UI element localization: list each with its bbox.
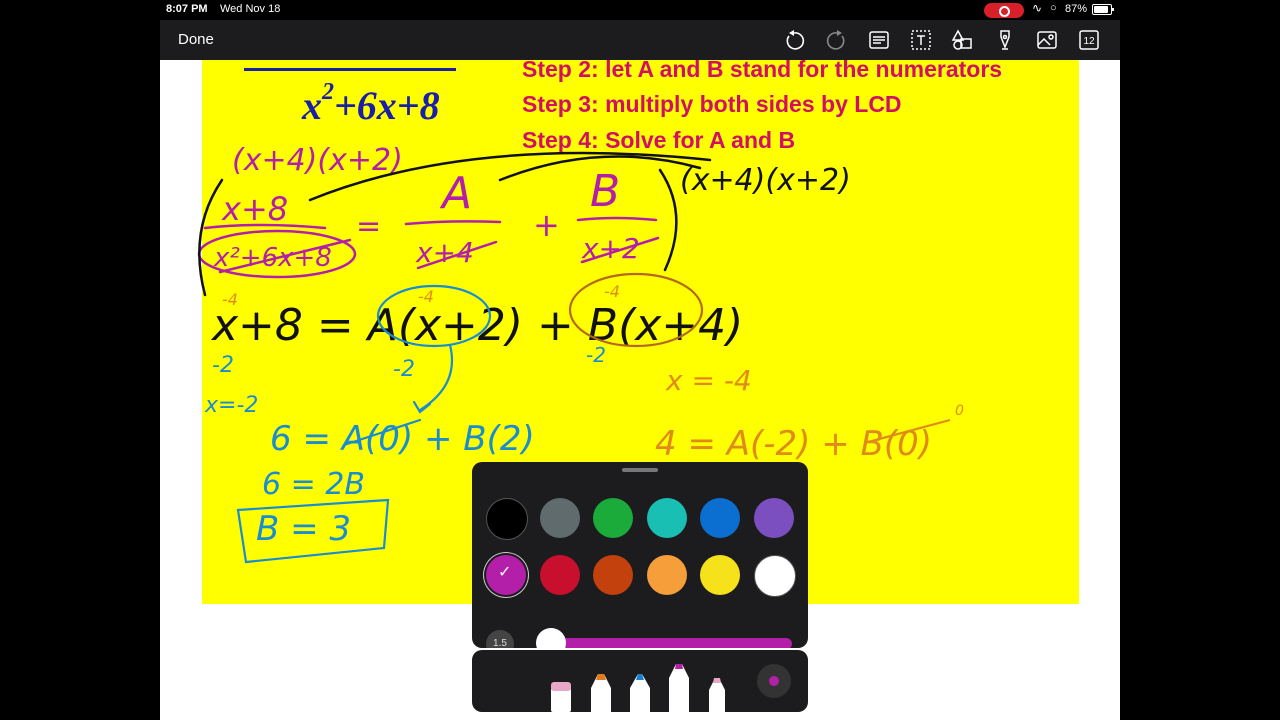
ink-zero-mark: 0	[955, 403, 964, 419]
ink-fraction-line-b	[576, 216, 658, 222]
highlighter-tool-icon[interactable]	[668, 660, 690, 712]
color-swatch[interactable]	[753, 555, 796, 597]
color-swatch[interactable]: ✓	[486, 555, 526, 595]
ink-lcd-top: (x+4)(x+2)	[232, 143, 403, 178]
ink-plus: +	[533, 206, 560, 244]
thickness-label[interactable]: 1.5	[486, 630, 514, 648]
color-swatch[interactable]	[700, 498, 740, 538]
ink-equals: =	[356, 209, 381, 244]
color-swatch[interactable]	[593, 498, 633, 538]
color-swatch[interactable]	[646, 555, 687, 595]
ink-sub-neg2-a: -2	[212, 353, 234, 378]
ink-sub-neg4-b: -4	[418, 287, 434, 306]
picker-grabber[interactable]	[622, 468, 658, 472]
ink-eq-b2: 6 = 2B	[262, 467, 365, 502]
ink-term-a: A	[439, 168, 472, 219]
ink-sub-neg2-c: -2	[586, 343, 606, 367]
checkmark-icon: ✓	[498, 564, 512, 581]
ink-sub-neg4-a: -4	[222, 290, 238, 309]
current-color-icon[interactable]	[757, 664, 791, 698]
marker-tool-icon[interactable]	[590, 672, 612, 712]
pen-tool-icon[interactable]	[629, 672, 651, 712]
opacity-slider-track[interactable]	[542, 638, 792, 648]
ink-numerator: x+8	[221, 190, 288, 228]
ink-sub-neg2-b: -2	[393, 357, 415, 382]
color-swatch[interactable]	[593, 555, 633, 595]
ink-sub-neg4-c: -4	[604, 282, 620, 301]
ink-bracket-right	[658, 168, 678, 272]
ink-fraction-line-a	[404, 220, 502, 226]
ink-lcd-right: (x+4)(x+2)	[680, 163, 851, 198]
eraser-tool-icon[interactable]	[550, 678, 572, 712]
opacity-slider-knob[interactable]	[536, 628, 566, 648]
color-swatch[interactable]	[486, 498, 528, 540]
pencil-tool-icon[interactable]	[708, 676, 726, 712]
ink-eq-a1: 4 = A(-2) + B(0)	[655, 424, 932, 464]
color-swatch[interactable]	[646, 498, 687, 538]
color-swatch[interactable]	[753, 498, 794, 538]
tool-tray	[472, 650, 808, 712]
ink-x-eq-neg2: x=-2	[204, 393, 258, 418]
color-swatch[interactable]	[700, 555, 740, 595]
ink-eq-b3: B = 3	[256, 509, 351, 549]
color-swatch[interactable]	[539, 498, 580, 538]
color-picker-panel: ✓ 1.5	[472, 462, 808, 648]
ink-arrow-to-eq-b1	[418, 343, 454, 412]
color-swatch[interactable]	[539, 555, 580, 595]
ink-x-eq-neg4: x = -4	[665, 364, 752, 397]
ink-term-b: B	[590, 166, 620, 217]
